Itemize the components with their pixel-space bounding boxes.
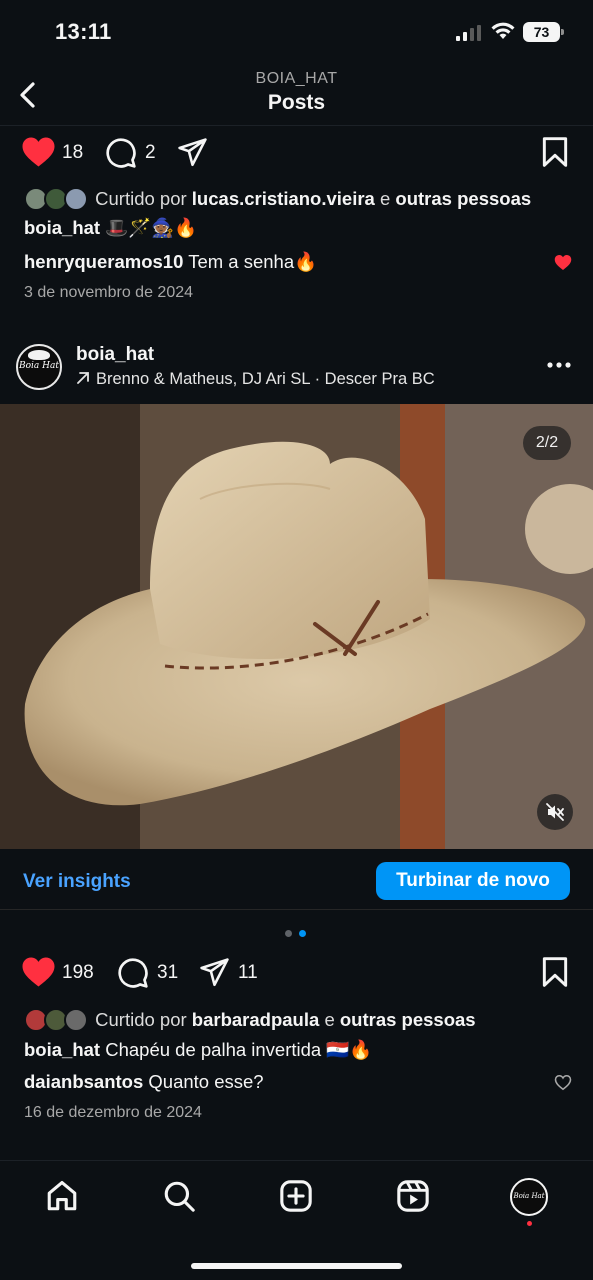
- avatar-logo-text: Boia Hat: [513, 1192, 545, 1200]
- wifi-icon: [491, 22, 515, 39]
- post2-liked-by[interactable]: Curtido por barbaradpaula e outras pesso…: [24, 1008, 476, 1034]
- insights-row: Ver insights Turbinar de novo: [0, 852, 593, 910]
- bottom-nav: Boia Hat: [0, 1160, 593, 1280]
- share-icon[interactable]: [198, 957, 231, 988]
- liked-by-username[interactable]: lucas.cristiano.vieira: [192, 188, 375, 209]
- post1-caption: boia_hat 🎩🪄🧙🏾🔥: [24, 217, 197, 239]
- view-insights-link[interactable]: Ver insights: [23, 871, 131, 893]
- caption-username[interactable]: boia_hat: [24, 1039, 100, 1060]
- liked-by-connector: e: [324, 1009, 335, 1031]
- comment-like-outline-icon[interactable]: [554, 1074, 572, 1091]
- comment-like-filled-icon[interactable]: [554, 254, 572, 271]
- liked-by-avatars: [24, 187, 90, 212]
- battery-indicator: 73: [523, 22, 564, 42]
- post1-date: 3 de novembro de 2024: [24, 284, 194, 301]
- post1-likes-count[interactable]: 18: [62, 142, 83, 164]
- post2-shares-count[interactable]: 11: [238, 962, 258, 984]
- search-icon[interactable]: [162, 1179, 196, 1213]
- cellular-signal-icon: [456, 25, 481, 41]
- notification-dot: [527, 1221, 532, 1226]
- post2-comment: daianbsantos Quanto esse?: [24, 1071, 264, 1093]
- comment-username[interactable]: daianbsantos: [24, 1071, 143, 1092]
- comment-icon[interactable]: [117, 957, 149, 989]
- status-bar: 13:11 73: [0, 0, 593, 64]
- music-text: Brenno & Matheus, DJ Ari SL · Descer Pra…: [96, 370, 435, 388]
- liked-by-avatars: [24, 1008, 90, 1033]
- more-options-icon[interactable]: [547, 362, 571, 368]
- post1-comments-count[interactable]: 2: [145, 142, 156, 164]
- home-indicator: [191, 1263, 402, 1269]
- header-username: BOIA_HAT: [255, 70, 338, 87]
- like-heart-filled-icon[interactable]: [21, 956, 56, 988]
- post1-liked-by[interactable]: Curtido por lucas.cristiano.vieira e out…: [24, 187, 531, 213]
- comment-icon[interactable]: [105, 137, 137, 169]
- page-title: Posts: [267, 91, 326, 114]
- post-music[interactable]: Brenno & Matheus, DJ Ari SL · Descer Pra…: [76, 370, 435, 389]
- post-photo[interactable]: 2/2: [0, 404, 593, 849]
- post2-caption: boia_hat Chapéu de palha invertida 🇵🇾🔥: [24, 1039, 372, 1061]
- save-bookmark-icon[interactable]: [541, 956, 569, 988]
- comment-username[interactable]: henryqueramos10: [24, 251, 183, 272]
- liked-by-prefix: Curtido por: [95, 188, 187, 210]
- create-icon[interactable]: [279, 1179, 313, 1213]
- post-avatar[interactable]: Boia Hat: [16, 344, 62, 390]
- liked-by-others[interactable]: outras pessoas: [340, 1009, 476, 1030]
- speaker-muted-icon: [546, 803, 564, 821]
- straw-hat-image: [0, 404, 593, 849]
- liked-by-prefix: Curtido por: [95, 1009, 187, 1031]
- profile-avatar[interactable]: Boia Hat: [510, 1178, 548, 1216]
- carousel-dot-active: [299, 930, 306, 937]
- liked-by-username[interactable]: barbaradpaula: [192, 1009, 320, 1030]
- post2-date: 16 de dezembro de 2024: [24, 1104, 202, 1121]
- save-bookmark-icon[interactable]: [541, 136, 569, 168]
- carousel-dots: [285, 930, 309, 938]
- home-icon[interactable]: [45, 1179, 79, 1213]
- carousel-dot: [285, 930, 292, 937]
- caption-text: 🎩🪄🧙🏾🔥: [105, 217, 198, 238]
- status-time: 13:11: [55, 19, 112, 44]
- logo-hat-icon: [28, 350, 50, 360]
- post1-action-row: 18 2: [0, 132, 593, 172]
- comment-text: Quanto esse?: [148, 1071, 264, 1092]
- like-heart-filled-icon[interactable]: [21, 136, 56, 168]
- carousel-counter: 2/2: [523, 426, 571, 460]
- post2-header: Boia Hat boia_hat Brenno & Matheus, DJ A…: [0, 336, 593, 396]
- reels-icon[interactable]: [396, 1179, 430, 1213]
- mute-button[interactable]: [537, 794, 573, 830]
- share-icon[interactable]: [176, 137, 209, 168]
- comment-text: Tem a senha🔥: [188, 251, 318, 272]
- boost-again-button[interactable]: Turbinar de novo: [376, 862, 570, 900]
- avatar-logo-text: Boia Hat: [19, 361, 59, 371]
- liked-by-others[interactable]: outras pessoas: [395, 188, 531, 209]
- caption-text: Chapéu de palha invertida 🇵🇾🔥: [105, 1039, 373, 1060]
- post2-comments-count[interactable]: 31: [157, 962, 178, 984]
- arrow-up-right-icon: [77, 372, 89, 384]
- post2-action-row: 198 31 11: [0, 952, 593, 992]
- post1-comment: henryqueramos10 Tem a senha🔥: [24, 251, 317, 273]
- caption-username[interactable]: boia_hat: [24, 217, 100, 238]
- liked-by-connector: e: [379, 188, 391, 210]
- posts-header: BOIA_HAT Posts: [0, 64, 593, 126]
- post-username[interactable]: boia_hat: [76, 344, 154, 366]
- post2-likes-count[interactable]: 198: [62, 962, 94, 984]
